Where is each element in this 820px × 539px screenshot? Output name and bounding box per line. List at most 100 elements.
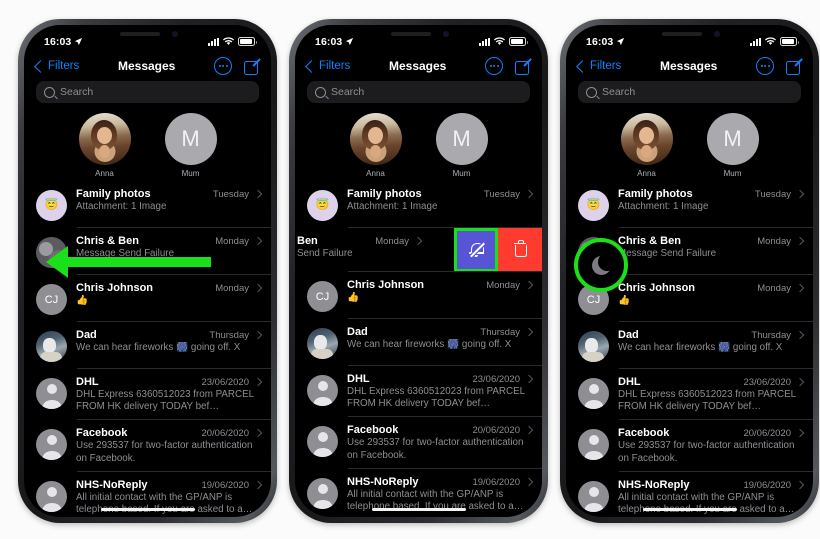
conversation-preview: We can hear fireworks 🎆 going off. X [347, 339, 512, 350]
chevron-right-icon [524, 477, 534, 487]
front-camera [171, 31, 178, 37]
page-title: Messages [659, 59, 718, 73]
conversation-preview: Use 293537 for two-factor authentication… [618, 440, 795, 464]
avatar [307, 426, 338, 458]
status-time: 16:03 [586, 35, 614, 48]
table-row[interactable]: CJ Chris Johnson Monday 👍 [295, 272, 542, 319]
mute-button[interactable] [454, 228, 498, 272]
avatar: M [435, 113, 488, 165]
status-right [750, 37, 799, 46]
conversation-name: Facebook [618, 427, 670, 440]
phone-1-screen: 16:03 Filters Messages Search Anna M Mum… [24, 25, 271, 517]
notch [637, 25, 742, 44]
chevron-right-icon [795, 377, 805, 387]
conversation-time: 23/06/2020 [743, 377, 791, 388]
back-to-filters-button[interactable]: Filters [576, 59, 621, 73]
phone-2: 16:03 Filters Messages Search Anna M Mum… [289, 19, 548, 523]
conversation-list[interactable]: 😇 Family photos Tuesday Attachment: 1 Im… [566, 181, 813, 517]
conversation-time: 23/06/2020 [201, 377, 249, 388]
home-indicator[interactable] [642, 507, 737, 511]
chevron-left-icon [305, 59, 318, 73]
conversation-time: 20/06/2020 [201, 428, 249, 440]
wifi-icon [765, 37, 776, 45]
conversation-time: Monday [215, 236, 249, 247]
pinned-contact-label: Anna [95, 169, 114, 178]
ellipsis-circle-icon[interactable] [214, 57, 232, 75]
swipe-actions [454, 228, 542, 272]
delete-button[interactable] [498, 228, 542, 272]
chevron-right-icon [795, 480, 805, 490]
nav-bar: Filters Messages [295, 52, 542, 80]
conversation-preview: Message Send Failure [618, 248, 717, 259]
pinned-contact-anna[interactable]: Anna [74, 113, 136, 181]
ellipsis-circle-icon[interactable] [756, 57, 774, 75]
front-camera [713, 31, 720, 37]
chevron-right-icon [795, 236, 805, 246]
conversation-preview: Use 293537 for two-factor authentication… [347, 437, 524, 461]
pinned-contact-label: Mum [723, 169, 742, 178]
nav-actions [756, 57, 803, 75]
pinned-contact-mum[interactable]: M Mum [702, 113, 764, 181]
chevron-right-icon [253, 377, 263, 387]
screenshot-stage: 16:03 Filters Messages Search Anna M Mum… [0, 0, 820, 539]
pinned-contact-label: Mum [452, 169, 471, 178]
ellipsis-circle-icon[interactable] [485, 57, 503, 75]
search-input[interactable]: Search [307, 81, 530, 103]
pinned-contact-anna[interactable]: Anna [345, 113, 407, 181]
conversation-name: Chris Johnson [347, 279, 425, 291]
phone-3: 16:03 Filters Messages Search Anna M Mum… [560, 19, 819, 523]
search-input[interactable]: Search [36, 81, 259, 103]
conversation-name: DHL [347, 373, 370, 385]
back-to-filters-button[interactable]: Filters [305, 59, 350, 73]
home-indicator[interactable] [371, 507, 466, 511]
table-row-swiped[interactable]: Ben Monday Send Failure [295, 228, 542, 272]
table-row[interactable]: CJ Chris Johnson Monday 👍 [24, 275, 271, 322]
chevron-right-icon [413, 236, 423, 246]
chevron-right-icon [795, 283, 805, 293]
conversation-list[interactable]: 😇 Family photos Tuesday Attachment: 1 Im… [24, 181, 271, 517]
compose-icon[interactable] [244, 57, 261, 75]
conversation-preview: DHL Express 6360512023 from PARCEL FROM … [618, 389, 796, 413]
table-row[interactable]: DHL 23/06/2020 DHL Express 6360512023 fr… [566, 369, 813, 421]
table-row[interactable]: Dad Thursday We can hear fireworks 🎆 goi… [295, 319, 542, 366]
table-row[interactable]: DHL 23/06/2020 DHL Express 6360512023 fr… [295, 366, 542, 418]
table-row[interactable]: 😇 Family photos Tuesday Attachment: 1 Im… [566, 181, 813, 228]
pinned-contact-mum[interactable]: M Mum [431, 113, 493, 181]
search-container: Search [307, 81, 530, 103]
conversation-name: NHS-NoReply [76, 478, 148, 491]
avatar: M [706, 113, 759, 165]
nav-bar: Filters Messages [566, 52, 813, 80]
page-title: Messages [388, 59, 447, 73]
status-left: 16:03 [315, 36, 354, 48]
table-row[interactable]: Facebook 20/06/2020 Use 293537 for two-f… [24, 420, 271, 473]
pinned-contact-anna[interactable]: Anna [616, 113, 678, 181]
chevron-right-icon [253, 429, 263, 438]
chevron-left-icon [34, 59, 47, 73]
back-to-filters-button[interactable]: Filters [34, 59, 79, 73]
conversation-name: Chris & Ben [618, 235, 681, 247]
table-row[interactable]: DHL 23/06/2020 DHL Express 6360512023 fr… [24, 369, 271, 421]
cellular-bars-icon [208, 37, 219, 46]
avatar [578, 331, 609, 362]
conversation-list[interactable]: 😇 Family photos Tuesday Attachment: 1 Im… [295, 181, 542, 517]
conversation-time: Thursday [480, 327, 520, 338]
search-input[interactable]: Search [578, 81, 801, 103]
chevron-left-icon [576, 59, 589, 73]
compose-icon[interactable] [786, 57, 803, 75]
chevron-right-icon [253, 236, 263, 246]
conversation-name: Dad [618, 329, 639, 341]
battery-icon [780, 37, 799, 46]
table-row[interactable]: 😇 Family photos Tuesday Attachment: 1 Im… [295, 181, 542, 228]
table-row[interactable]: Dad Thursday We can hear fireworks 🎆 goi… [24, 322, 271, 369]
home-indicator[interactable] [100, 507, 195, 511]
table-row[interactable]: Facebook 20/06/2020 Use 293537 for two-f… [295, 417, 542, 470]
conversation-time: Thursday [751, 330, 791, 341]
table-row[interactable]: Dad Thursday We can hear fireworks 🎆 goi… [566, 322, 813, 369]
conversation-preview: Attachment: 1 Image [76, 201, 167, 212]
compose-icon[interactable] [515, 57, 532, 75]
battery-icon [509, 37, 528, 46]
table-row[interactable]: 😇 Family photos Tuesday Attachment: 1 Im… [24, 181, 271, 228]
table-row[interactable]: Facebook 20/06/2020 Use 293537 for two-f… [566, 420, 813, 473]
pinned-contact-mum[interactable]: M Mum [160, 113, 222, 181]
conversation-name: Family photos [347, 188, 422, 200]
